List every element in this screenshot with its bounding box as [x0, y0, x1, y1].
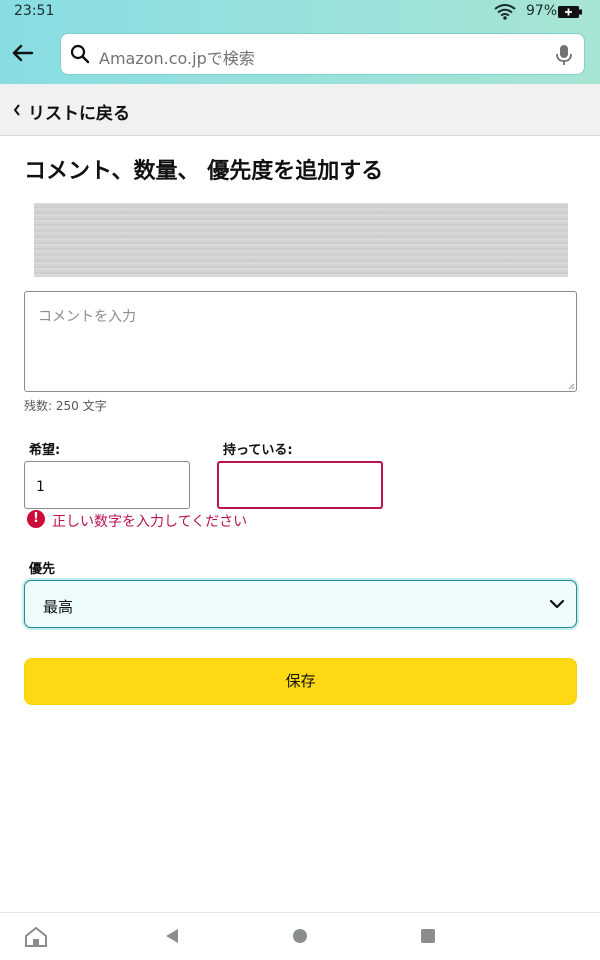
status-time: 23:51 [14, 3, 55, 19]
recents-square-icon[interactable] [420, 927, 436, 945]
want-quantity-value: 1 [36, 479, 45, 495]
priority-select[interactable]: 最高 [24, 580, 577, 628]
back-triangle-icon[interactable] [164, 927, 180, 945]
battery-charging-icon [558, 6, 582, 18]
status-bar: 23:51 97% [0, 0, 600, 24]
error-icon: ! [27, 510, 45, 528]
priority-selected-value: 最高 [43, 598, 74, 616]
error-message: 正しい数字を入力してください [52, 514, 248, 530]
resize-grip-icon[interactable] [567, 382, 575, 390]
mic-icon[interactable] [555, 44, 573, 66]
chevron-down-icon [549, 599, 565, 609]
search-input[interactable]: Amazon.co.jpで検索 [99, 45, 255, 69]
system-nav-bar [0, 912, 600, 960]
top-header: 23:51 97% Amazon.co.jpで検索 [0, 0, 600, 84]
search-icon [70, 44, 90, 64]
page-title: コメント、数量、 優先度を追加する [24, 159, 384, 184]
back-arrow-icon[interactable] [8, 38, 38, 68]
wifi-icon [494, 4, 516, 20]
comment-textarea[interactable]: コメントを入力 [24, 291, 577, 392]
search-bar[interactable]: Amazon.co.jpで検索 [60, 33, 585, 75]
back-to-list-link[interactable]: リストに戻る [28, 99, 130, 124]
comment-placeholder: コメントを入力 [38, 309, 136, 325]
want-label: 希望: [29, 443, 61, 458]
home-icon[interactable] [25, 927, 47, 947]
want-quantity-input[interactable]: 1 [24, 461, 190, 509]
remaining-chars: 残数: 250 文字 [24, 399, 107, 413]
priority-label: 優先 [29, 562, 56, 577]
have-label: 持っている: [223, 443, 293, 458]
product-image-blurred [34, 203, 568, 277]
save-button[interactable]: 保存 [24, 658, 577, 705]
chevron-left-icon [13, 104, 20, 116]
have-quantity-input[interactable] [217, 461, 383, 509]
back-to-list-bar[interactable]: リストに戻る [0, 84, 600, 136]
home-circle-icon[interactable] [292, 927, 308, 945]
battery-percent: 97% [526, 3, 558, 19]
